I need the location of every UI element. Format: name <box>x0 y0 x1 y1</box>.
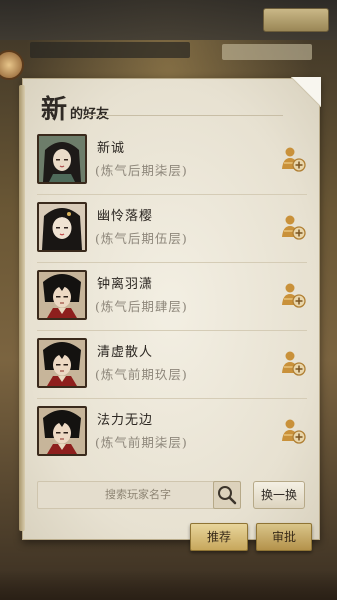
friend-name: 新诚 <box>97 141 126 156</box>
page-corner-fold <box>291 77 321 107</box>
background-panel-strip <box>30 42 190 58</box>
friend-row: 清虚散人 (炼气前期玖层) <box>37 331 307 399</box>
refresh-button[interactable]: 换一换 <box>253 481 305 509</box>
friend-name: 清虚散人 <box>97 345 154 360</box>
friend-realm: (炼气前期柒层) <box>95 435 188 450</box>
female-cultivator-portrait-icon <box>37 202 87 252</box>
search-input[interactable]: 搜索玩家名字 <box>37 481 239 509</box>
search-icon[interactable] <box>213 481 241 509</box>
background-panel-strip-right <box>222 44 312 60</box>
friend-realm: (炼气后期伍层) <box>95 231 188 246</box>
friend-row: 幽怜落樱 (炼气后期伍层) <box>37 195 307 263</box>
friend-realm: (炼气后期肆层) <box>95 299 188 314</box>
friend-row: 钟离羽潇 (炼气后期肆层) <box>37 263 307 331</box>
friend-row: 法力无边 (炼气前期柒层) <box>37 399 307 466</box>
background-top-button <box>263 8 329 32</box>
tab-recommend[interactable]: 推荐 <box>190 523 248 551</box>
panel-title-big: 新 <box>41 95 69 125</box>
add-friend-icon[interactable] <box>281 417 307 445</box>
male-cultivator-portrait-icon <box>37 406 87 456</box>
new-friends-panel: 新的好友 新诚 (炼气后期柒层) 幽怜落樱 (炼气后期伍层) 钟离羽潇 (炼气后… <box>19 77 321 540</box>
friend-name: 钟离羽潇 <box>97 277 154 292</box>
friend-realm: (炼气后期柒层) <box>95 163 188 178</box>
panel-title: 新的好友 <box>41 89 109 126</box>
tab-approve[interactable]: 审批 <box>256 523 312 551</box>
friend-name: 幽怜落樱 <box>97 209 154 224</box>
add-friend-icon[interactable] <box>281 145 307 173</box>
title-divider <box>83 115 283 116</box>
add-friend-icon[interactable] <box>281 281 307 309</box>
friend-name: 法力无边 <box>97 413 154 428</box>
friend-realm: (炼气前期玖层) <box>95 367 188 382</box>
female-cultivator-portrait-icon <box>37 134 87 184</box>
background-bottom-fade <box>0 570 337 600</box>
friend-row: 新诚 (炼气后期柒层) <box>37 127 307 195</box>
male-cultivator-portrait-icon <box>37 270 87 320</box>
add-friend-icon[interactable] <box>281 213 307 241</box>
add-friend-icon[interactable] <box>281 349 307 377</box>
male-cultivator-portrait-icon <box>37 338 87 388</box>
friend-list: 新诚 (炼气后期柒层) 幽怜落樱 (炼气后期伍层) 钟离羽潇 (炼气后期肆层) … <box>37 127 307 466</box>
